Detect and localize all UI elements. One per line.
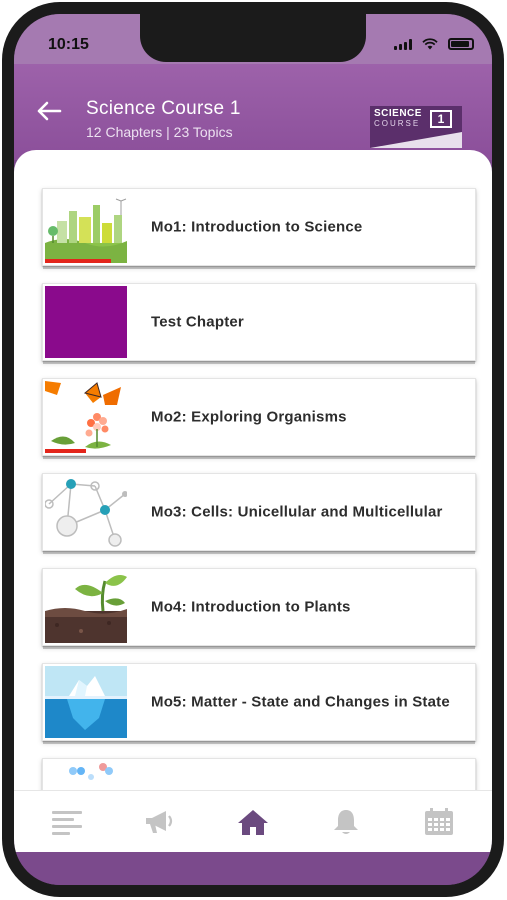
chapter-progress-bar [45,259,111,263]
course-logo-line1: SCIENCE [374,108,422,119]
chapter-card[interactable] [42,758,476,790]
app-screen: 10:15 Science Course 1 12 Chapters | 23 … [14,14,492,885]
chapter-card[interactable]: Mo4: Introduction to Plants [42,568,476,646]
bottom-navigation [14,790,492,852]
course-logo-band [370,132,462,148]
chapter-progress-bar [45,449,86,453]
cell-network-thumbnail [45,476,127,548]
nav-calendar[interactable] [417,800,461,844]
course-subtitle: 12 Chapters | 23 Topics [86,124,233,140]
arrow-left-icon [37,101,62,121]
course-logo: SCIENCE COURSE 1 [370,106,462,148]
wifi-icon [422,38,438,50]
butterflies-flowers-thumbnail [45,381,127,453]
chapter-card[interactable]: Mo1: Introduction to Science [42,188,476,266]
nav-notifications[interactable] [324,800,368,844]
back-button[interactable] [32,94,66,128]
course-logo-line2: COURSE [374,119,421,128]
chapter-card[interactable]: Mo2: Exploring Organisms [42,378,476,456]
calendar-icon [425,807,454,835]
chapter-card[interactable]: Mo3: Cells: Unicellular and Multicellula… [42,473,476,551]
home-icon [237,809,268,835]
nav-announcements[interactable] [138,800,182,844]
chapter-title: Test Chapter [151,313,244,331]
menu-icon [51,810,82,835]
cellular-signal-icon [394,38,412,50]
bell-icon [334,809,359,834]
status-time: 10:15 [48,36,89,53]
chapter-list: Mo1: Introduction to Science Test Chapte… [42,188,476,790]
chapter-card[interactable]: Mo5: Matter - State and Changes in State [42,663,476,741]
battery-icon [448,38,474,50]
status-icons [394,38,474,50]
app-header: Science Course 1 12 Chapters | 23 Topics… [14,64,492,160]
course-logo-number: 1 [430,110,452,128]
chapter-list-panel: Mo1: Introduction to Science Test Chapte… [14,150,492,790]
city-skyline-thumbnail [45,191,127,263]
chapter-title: Mo4: Introduction to Plants [151,598,351,616]
course-title: Science Course 1 [86,98,241,119]
nav-home[interactable] [231,800,275,844]
chapter-title: Mo3: Cells: Unicellular and Multicellula… [151,503,443,521]
device-notch [140,14,366,62]
plant-sprout-thumbnail [45,571,127,643]
chapter-title: Mo1: Introduction to Science [151,218,363,236]
purple-placeholder-thumbnail [45,286,127,358]
iceberg-thumbnail [45,666,127,738]
nav-menu[interactable] [45,800,89,844]
screen-bottom-bar [14,852,492,885]
phone-frame: 10:15 Science Course 1 12 Chapters | 23 … [2,2,504,897]
megaphone-icon [145,810,172,833]
molecules-thumbnail [45,761,127,790]
chapter-title: Mo2: Exploring Organisms [151,408,347,426]
chapter-title: Mo5: Matter - State and Changes in State [151,693,450,711]
chapter-card[interactable]: Test Chapter [42,283,476,361]
